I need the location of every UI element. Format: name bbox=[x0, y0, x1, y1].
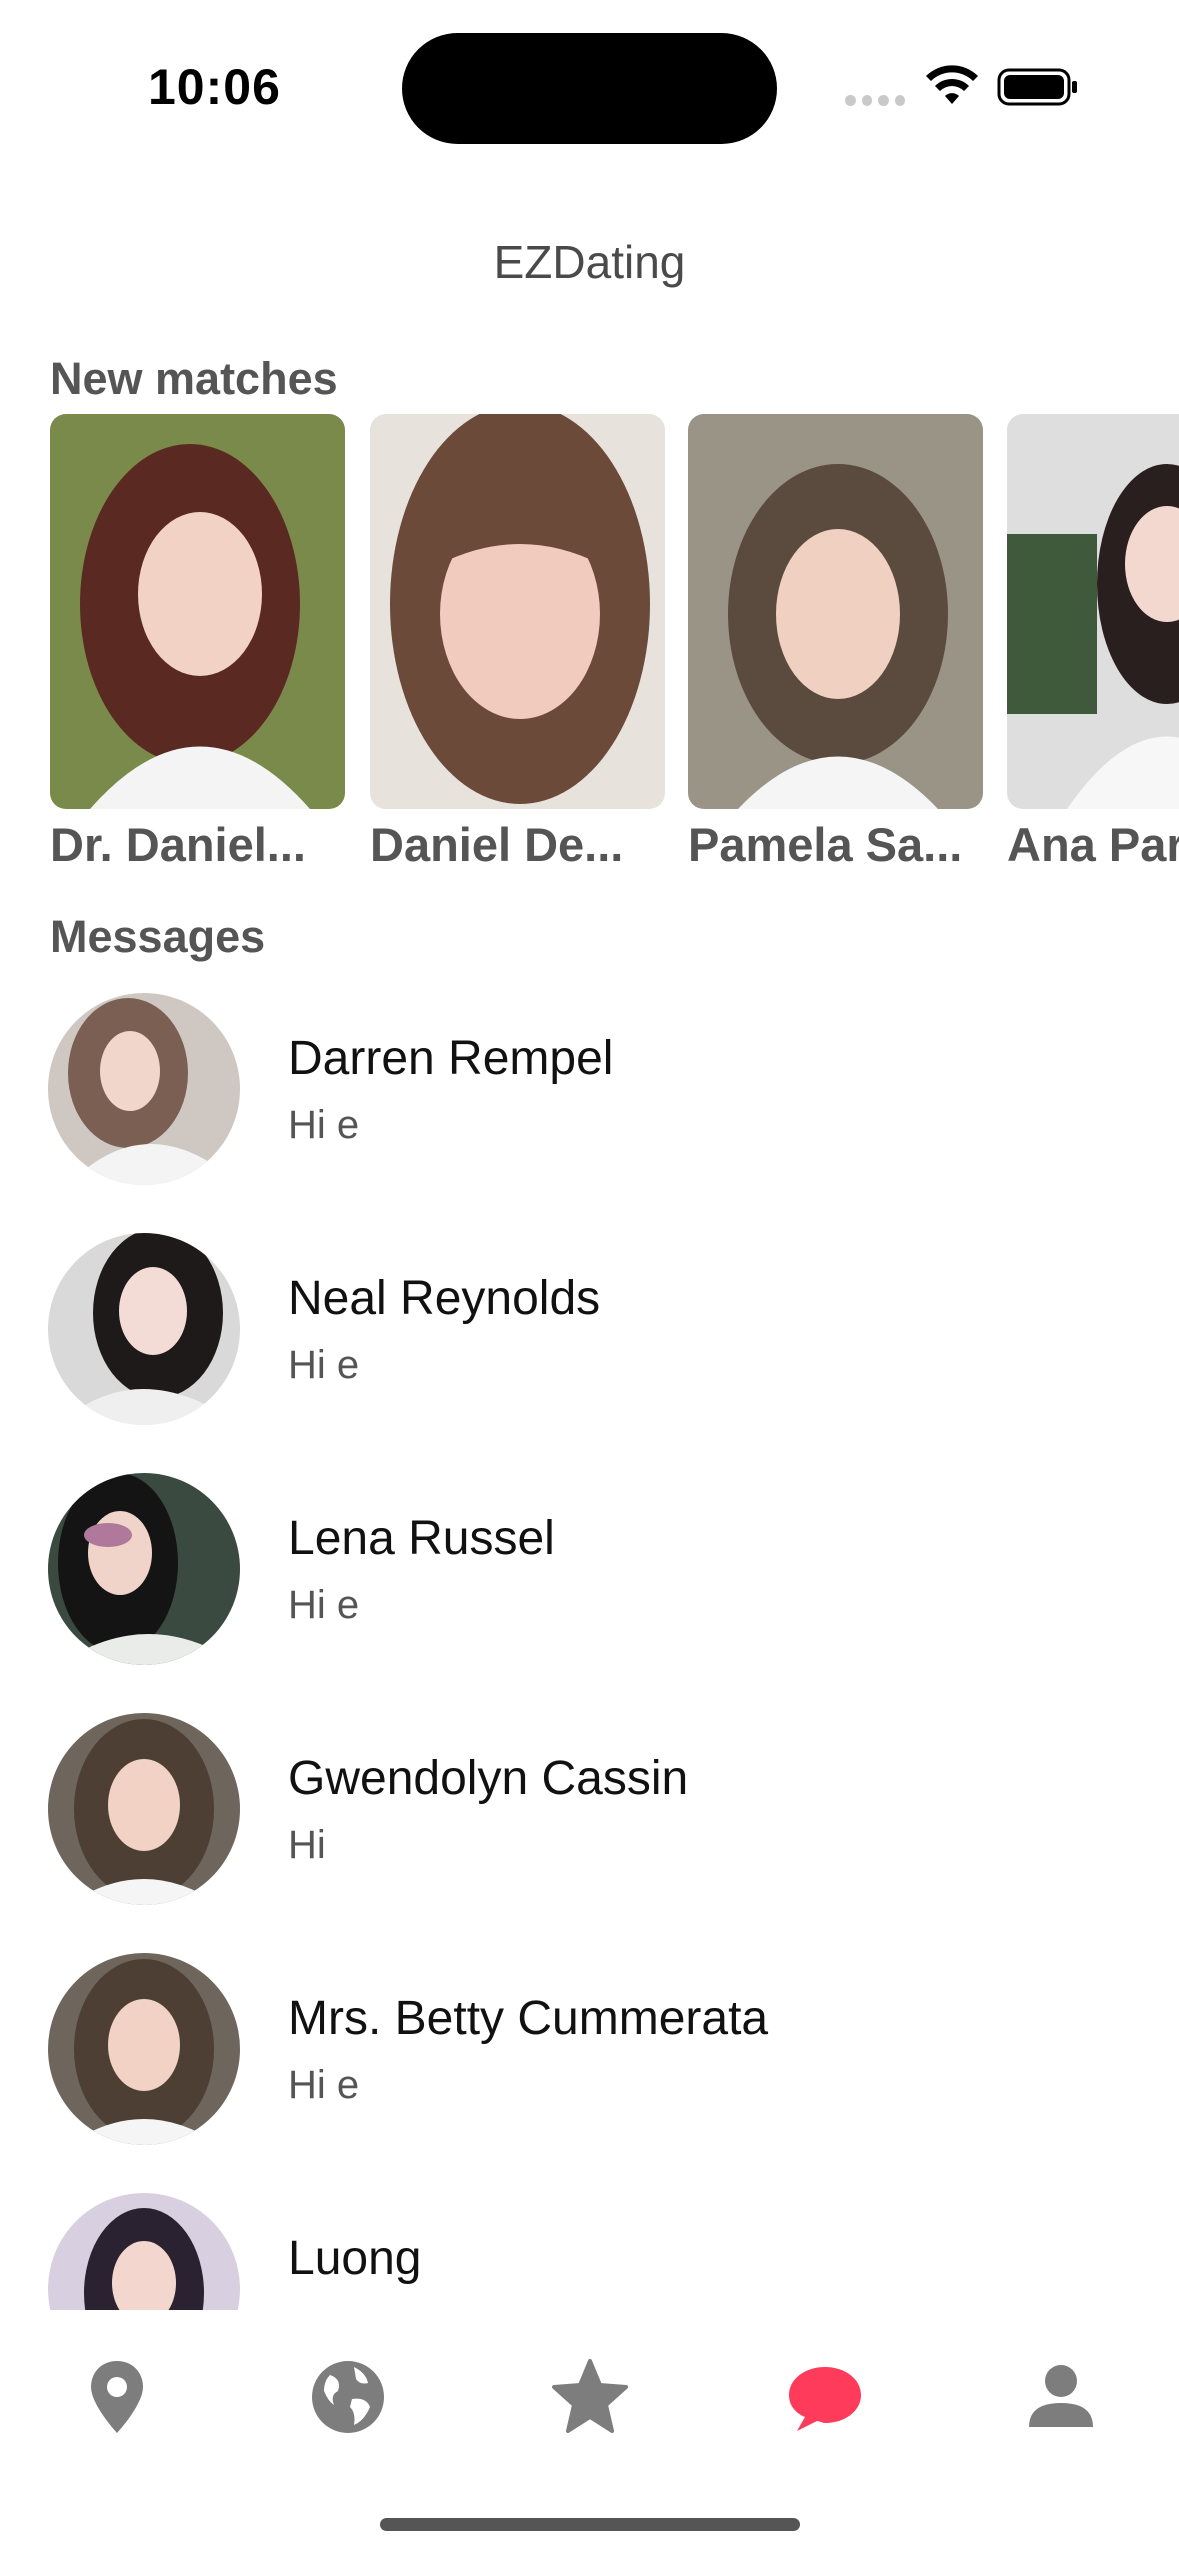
match-card[interactable]: Pamela Sa... bbox=[688, 414, 983, 872]
avatar bbox=[48, 1953, 240, 2145]
star-icon bbox=[552, 2359, 628, 2433]
tab-nearby[interactable] bbox=[72, 2352, 162, 2442]
battery-icon bbox=[997, 68, 1077, 106]
match-name: Dr. Daniel... bbox=[50, 818, 306, 871]
globe-icon bbox=[312, 2361, 384, 2433]
contact-name: Gwendolyn Cassin bbox=[288, 1752, 689, 1805]
conversation-row[interactable]: Lena Russel Hi e bbox=[0, 1465, 1179, 1705]
messages-list[interactable]: Darren Rempel Hi e Neal Reynolds Hi e Le… bbox=[0, 985, 1179, 2310]
conversation-row[interactable]: Gwendolyn Cassin Hi bbox=[0, 1705, 1179, 1945]
avatar bbox=[48, 1713, 240, 1905]
person-icon bbox=[1029, 2365, 1093, 2427]
tab-profile[interactable] bbox=[1016, 2352, 1106, 2442]
contact-name: Darren Rempel bbox=[288, 1032, 614, 1085]
match-photo bbox=[50, 414, 345, 809]
contact-name: Lena Russel bbox=[288, 1512, 555, 1565]
location-pin-icon bbox=[91, 2361, 143, 2433]
match-photo bbox=[1007, 414, 1179, 809]
app-title: EZDating bbox=[493, 236, 686, 288]
match-photo bbox=[370, 414, 665, 809]
match-name: Ana Par bbox=[1007, 818, 1179, 871]
new-matches-carousel[interactable]: Dr. Daniel... Daniel De... Pamela Sa... bbox=[50, 414, 1179, 874]
conversation-row[interactable]: Neal Reynolds Hi e bbox=[0, 1225, 1179, 1465]
match-card[interactable]: Dr. Daniel... bbox=[50, 414, 345, 872]
contact-name: Mrs. Betty Cummerata bbox=[288, 1992, 769, 2045]
message-preview: Hi e bbox=[288, 1103, 360, 1147]
cellular-signal-icon bbox=[845, 95, 905, 107]
match-card[interactable]: Ana Par bbox=[1007, 414, 1179, 872]
match-name: Pamela Sa... bbox=[688, 818, 963, 871]
conversation-row[interactable]: Luong bbox=[0, 2185, 1179, 2310]
message-preview: Hi bbox=[288, 1823, 326, 1867]
conversation-row[interactable]: Mrs. Betty Cummerata Hi e bbox=[0, 1945, 1179, 2185]
message-preview: Hi e bbox=[288, 1343, 360, 1387]
match-photo bbox=[688, 414, 983, 809]
tab-favorites[interactable] bbox=[545, 2352, 635, 2442]
contact-name: Luong bbox=[288, 2232, 422, 2285]
conversation-row[interactable]: Darren Rempel Hi e bbox=[0, 985, 1179, 1225]
tab-bar bbox=[0, 2310, 1179, 2480]
messages-heading: Messages bbox=[50, 911, 266, 962]
avatar bbox=[48, 1473, 240, 1665]
dynamic-island bbox=[402, 33, 777, 144]
avatar bbox=[48, 1233, 240, 1425]
tab-messages[interactable] bbox=[780, 2352, 870, 2442]
home-indicator[interactable] bbox=[380, 2518, 800, 2531]
new-matches-heading: New matches bbox=[50, 353, 338, 404]
message-preview: Hi e bbox=[288, 1583, 360, 1627]
chat-bubble-icon bbox=[789, 2367, 861, 2431]
message-preview: Hi e bbox=[288, 2063, 360, 2107]
avatar bbox=[48, 993, 240, 1185]
tab-explore[interactable] bbox=[303, 2352, 393, 2442]
avatar bbox=[48, 2193, 240, 2310]
match-name: Daniel De... bbox=[370, 818, 624, 871]
status-time: 10:06 bbox=[148, 59, 281, 115]
wifi-icon bbox=[926, 65, 978, 104]
contact-name: Neal Reynolds bbox=[288, 1272, 601, 1325]
match-card[interactable]: Daniel De... bbox=[370, 414, 665, 872]
